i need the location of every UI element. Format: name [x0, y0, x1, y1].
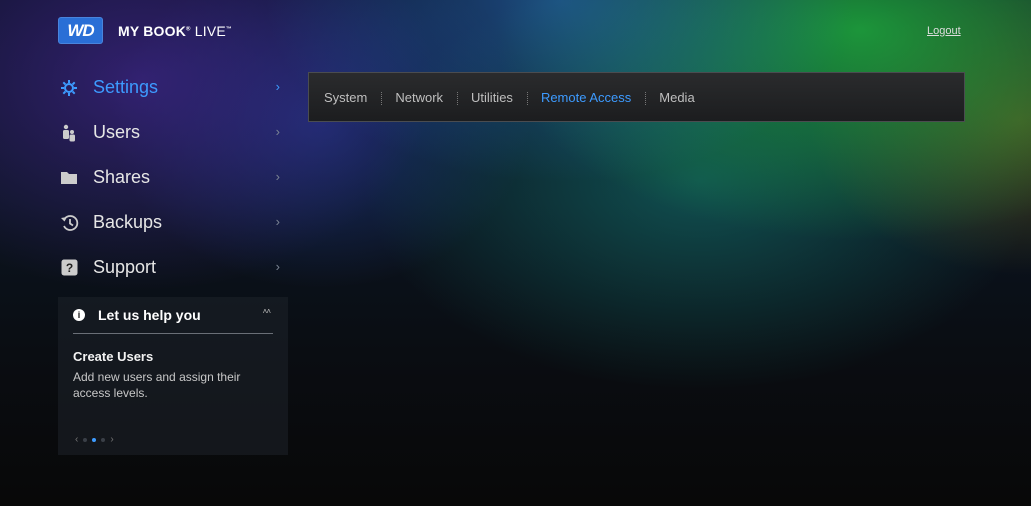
pager-dot[interactable]: [101, 437, 106, 442]
sidebar-item-shares[interactable]: Shares ›: [58, 155, 288, 200]
help-panel-header: i Let us help you ˄˄: [73, 297, 273, 334]
settings-tab-bar: System Network Utilities Remote Access M…: [308, 72, 965, 122]
gear-icon: [58, 79, 80, 97]
help-pager: ‹ ›: [75, 434, 114, 445]
chevron-left-icon[interactable]: ‹: [75, 434, 78, 445]
sidebar-item-users[interactable]: Users ›: [58, 110, 288, 155]
wd-logo-text: WD: [67, 20, 94, 40]
chevron-right-icon: ›: [275, 214, 280, 229]
users-icon: [58, 124, 80, 142]
sidebar-item-settings[interactable]: Settings ›: [58, 65, 288, 110]
chevron-right-icon: ›: [275, 124, 280, 139]
info-icon: i: [73, 309, 85, 321]
registered-mark: ®: [186, 26, 191, 33]
product-name-main: MY BOOK: [118, 23, 187, 39]
pager-dot-active[interactable]: [92, 437, 97, 442]
tab-utilities[interactable]: Utilities: [457, 90, 527, 105]
sidebar-item-support[interactable]: ? Support ›: [58, 245, 288, 290]
sidebar-nav: Settings › Users › Shares › Backups › ? …: [58, 65, 288, 290]
help-topic-title: Create Users: [73, 349, 154, 364]
help-panel: i Let us help you ˄˄ Create Users Add ne…: [58, 297, 288, 455]
sidebar-item-label: Shares: [93, 167, 151, 187]
collapse-icon[interactable]: ˄˄: [263, 307, 271, 316]
help-topic-text: Add new users and assign their access le…: [73, 370, 241, 400]
sidebar-item-label: Settings: [93, 77, 159, 97]
tab-system[interactable]: System: [324, 90, 381, 105]
help-panel-title: Let us help you: [98, 307, 201, 323]
logout-link[interactable]: Logout: [927, 25, 961, 37]
question-icon: ?: [58, 259, 80, 276]
backup-clock-icon: [58, 214, 80, 232]
svg-text:?: ?: [65, 261, 72, 275]
wd-logo[interactable]: WD: [58, 17, 103, 44]
sidebar-item-label: Backups: [93, 212, 163, 232]
folder-icon: [58, 170, 80, 185]
trademark-mark: ™: [225, 26, 233, 33]
product-name-suffix: LIVE: [194, 23, 226, 39]
sidebar-item-backups[interactable]: Backups ›: [58, 200, 288, 245]
tab-network[interactable]: Network: [381, 90, 457, 105]
tab-remote-access[interactable]: Remote Access: [526, 90, 645, 105]
chevron-right-icon: ›: [275, 169, 280, 184]
chevron-right-icon: ›: [275, 259, 280, 274]
product-name: MY BOOK® LIVE™: [118, 23, 232, 39]
sidebar-item-label: Support: [93, 257, 157, 277]
sidebar-item-label: Users: [93, 122, 141, 142]
pager-dot[interactable]: [83, 437, 88, 442]
chevron-right-icon[interactable]: ›: [110, 434, 113, 445]
tab-media[interactable]: Media: [645, 90, 708, 105]
chevron-right-icon: ›: [275, 79, 280, 94]
